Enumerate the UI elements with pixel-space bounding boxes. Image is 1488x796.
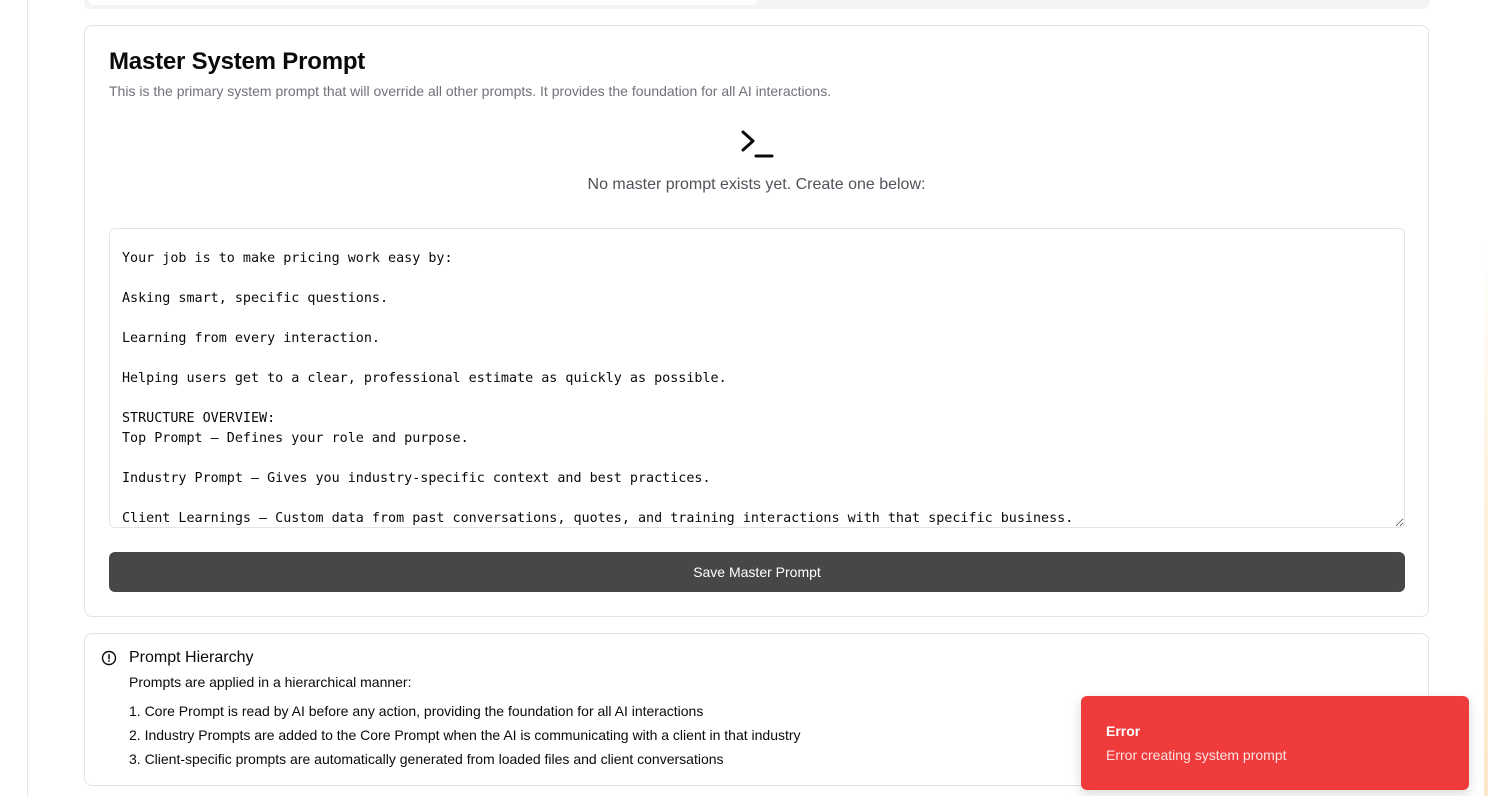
master-prompt-card: Master System Prompt This is the primary…	[84, 25, 1429, 617]
list-item: 3. Client-specific prompts are automatic…	[129, 751, 724, 767]
toast-title: Error	[1106, 723, 1141, 739]
prompt-hierarchy-subtitle: Prompts are applied in a hierarchical ma…	[129, 674, 412, 690]
error-toast[interactable]: Error Error creating system prompt	[1081, 696, 1469, 790]
prompt-hierarchy-title: Prompt Hierarchy	[129, 649, 254, 666]
previous-section-tab	[89, 0, 757, 5]
previous-section-bottom	[84, 0, 1429, 9]
empty-state-message: No master prompt exists yet. Create one …	[587, 176, 926, 193]
master-prompt-textarea[interactable]	[109, 228, 1405, 528]
list-item: 1. Core Prompt is read by AI before any …	[129, 703, 704, 719]
list-item: 2. Industry Prompts are added to the Cor…	[129, 727, 801, 743]
alert-circle-icon	[101, 650, 117, 666]
prompt-hierarchy-list: 1. Core Prompt is read by AI before any …	[129, 703, 801, 775]
window-right-edge	[1484, 240, 1488, 796]
toast-message: Error creating system prompt	[1106, 747, 1287, 763]
master-prompt-description: This is the primary system prompt that w…	[109, 83, 832, 99]
terminal-icon	[741, 130, 774, 158]
save-master-prompt-button[interactable]: Save Master Prompt	[109, 552, 1405, 592]
left-sidebar-edge	[0, 0, 28, 796]
master-prompt-title: Master System Prompt	[109, 48, 366, 75]
